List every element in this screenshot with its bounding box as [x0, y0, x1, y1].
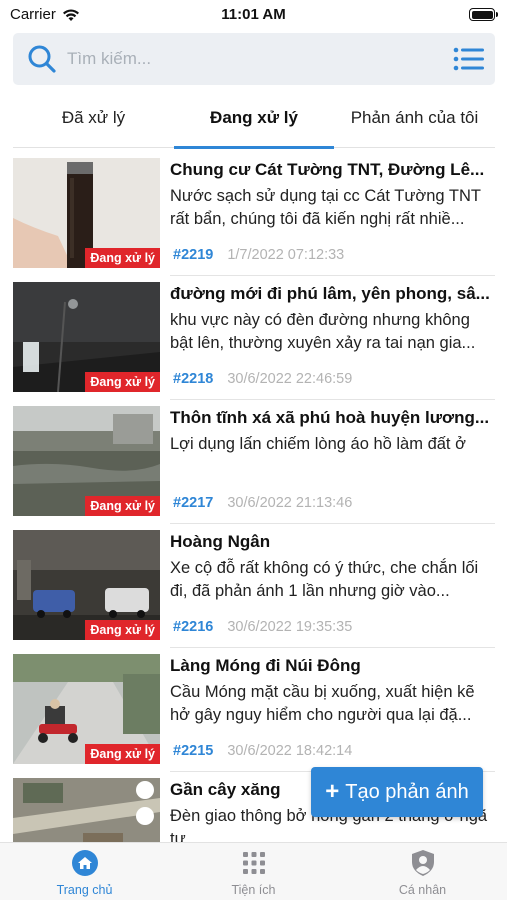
- status-badge: Đang xử lý: [85, 248, 160, 268]
- report-time: 1/7/2022 07:12:33: [227, 247, 345, 263]
- list-item[interactable]: Đang xử lý Làng Móng đi Núi Đông Cầu Món…: [13, 648, 495, 772]
- report-thumbnail: Đang xử lý: [13, 654, 160, 764]
- home-icon: [71, 850, 98, 876]
- report-meta: #2216 30/6/2022 19:35:35: [173, 619, 352, 635]
- report-thumbnail: Đang xử lý: [13, 158, 160, 268]
- report-title: Chung cư Cát Tường TNT, Đường Lê...: [170, 160, 485, 179]
- report-description: Nước sạch sử dụng tại cc Cát Tường TNT r…: [170, 187, 481, 228]
- status-badge: Đang xử lý: [85, 372, 160, 392]
- nav-utilities-label: Tiện ích: [231, 883, 276, 897]
- report-meta: #2215 30/6/2022 18:42:14: [173, 743, 352, 759]
- tab-processing[interactable]: Đang xử lý: [174, 92, 334, 144]
- nav-utilities[interactable]: Tiện ích: [169, 849, 338, 899]
- report-thumbnail: Đang xử lý: [13, 530, 160, 640]
- status-badge: Đang xử lý: [85, 744, 160, 764]
- report-description: Xe cộ đỗ rất không có ý thức, che chắn l…: [170, 559, 479, 600]
- grid-icon: [242, 852, 265, 874]
- report-code: #2217: [173, 495, 214, 511]
- report-time: 30/6/2022 18:42:14: [227, 743, 353, 759]
- report-description: Cầu Móng mặt cầu bị xuống, xuất hiện kẽ …: [170, 683, 475, 724]
- tab-my-reports[interactable]: Phản ánh của tôi: [334, 92, 495, 144]
- plus-icon: +: [325, 778, 340, 805]
- tab-processed[interactable]: Đã xử lý: [13, 92, 174, 144]
- report-title: đường mới đi phú lâm, yên phong, sâ...: [170, 284, 490, 303]
- report-time: 30/6/2022 22:46:59: [227, 371, 353, 387]
- tab-active-indicator: [174, 146, 334, 149]
- report-thumbnail: Đang xử lý: [13, 406, 160, 516]
- nav-home[interactable]: Trang chủ: [0, 849, 169, 899]
- list-item[interactable]: Đang xử lý Thôn tĩnh xá xã phú hoà huyện…: [13, 400, 495, 524]
- report-list: Đang xử lý Chung cư Cát Tường TNT, Đường…: [0, 152, 507, 842]
- report-time: 30/6/2022 19:35:35: [227, 619, 353, 635]
- tab-bar: Đã xử lý Đang xử lý Phản ánh của tôi: [0, 92, 507, 150]
- report-description: khu vực này có đèn đường nhưng không bật…: [170, 311, 476, 352]
- search-bar: [13, 33, 495, 85]
- report-meta: #2217 30/6/2022 21:13:46: [173, 495, 352, 511]
- report-code: #2216: [173, 619, 214, 635]
- report-code: #2218: [173, 371, 214, 387]
- search-icon[interactable]: [27, 44, 57, 74]
- battery-icon: [469, 8, 498, 21]
- nav-profile-label: Cá nhân: [398, 883, 447, 897]
- user-shield-icon: [411, 850, 434, 876]
- report-time: 30/6/2022 21:13:46: [227, 495, 353, 511]
- report-thumbnail: [13, 778, 160, 842]
- list-item[interactable]: Đang xử lý Chung cư Cát Tường TNT, Đường…: [13, 152, 495, 276]
- report-title: Làng Móng đi Núi Đông: [170, 656, 361, 675]
- list-item[interactable]: Đang xử lý đường mới đi phú lâm, yên pho…: [13, 276, 495, 400]
- search-input[interactable]: [67, 41, 447, 77]
- bottom-nav: Trang chủ Tiện ích Cá nhân: [0, 842, 507, 900]
- status-bar: Carrier 11:01 AM: [0, 0, 507, 30]
- create-report-button[interactable]: + Tạo phản ánh: [311, 767, 483, 817]
- nav-profile[interactable]: Cá nhân: [338, 849, 507, 899]
- create-report-label: Tạo phản ánh: [345, 780, 469, 803]
- report-title: Thôn tĩnh xá xã phú hoà huyện lương...: [170, 408, 490, 427]
- list-item[interactable]: Đang xử lý Hoàng Ngân Xe cộ đỗ rất không…: [13, 524, 495, 648]
- report-code: #2219: [173, 247, 214, 263]
- report-meta: #2219 1/7/2022 07:12:33: [173, 247, 344, 263]
- report-title: Hoàng Ngân: [170, 532, 271, 551]
- nav-home-label: Trang chủ: [56, 883, 113, 897]
- status-time: 11:01 AM: [221, 6, 286, 23]
- report-code: #2215: [173, 743, 214, 759]
- status-badge: Đang xử lý: [85, 620, 160, 640]
- report-thumbnail: Đang xử lý: [13, 282, 160, 392]
- report-meta: #2218 30/6/2022 22:46:59: [173, 371, 352, 387]
- report-description: Lợi dụng lấn chiếm lòng áo hồ làm đất ở: [170, 435, 466, 453]
- list-icon[interactable]: [453, 46, 485, 72]
- status-badge: Đang xử lý: [85, 496, 160, 516]
